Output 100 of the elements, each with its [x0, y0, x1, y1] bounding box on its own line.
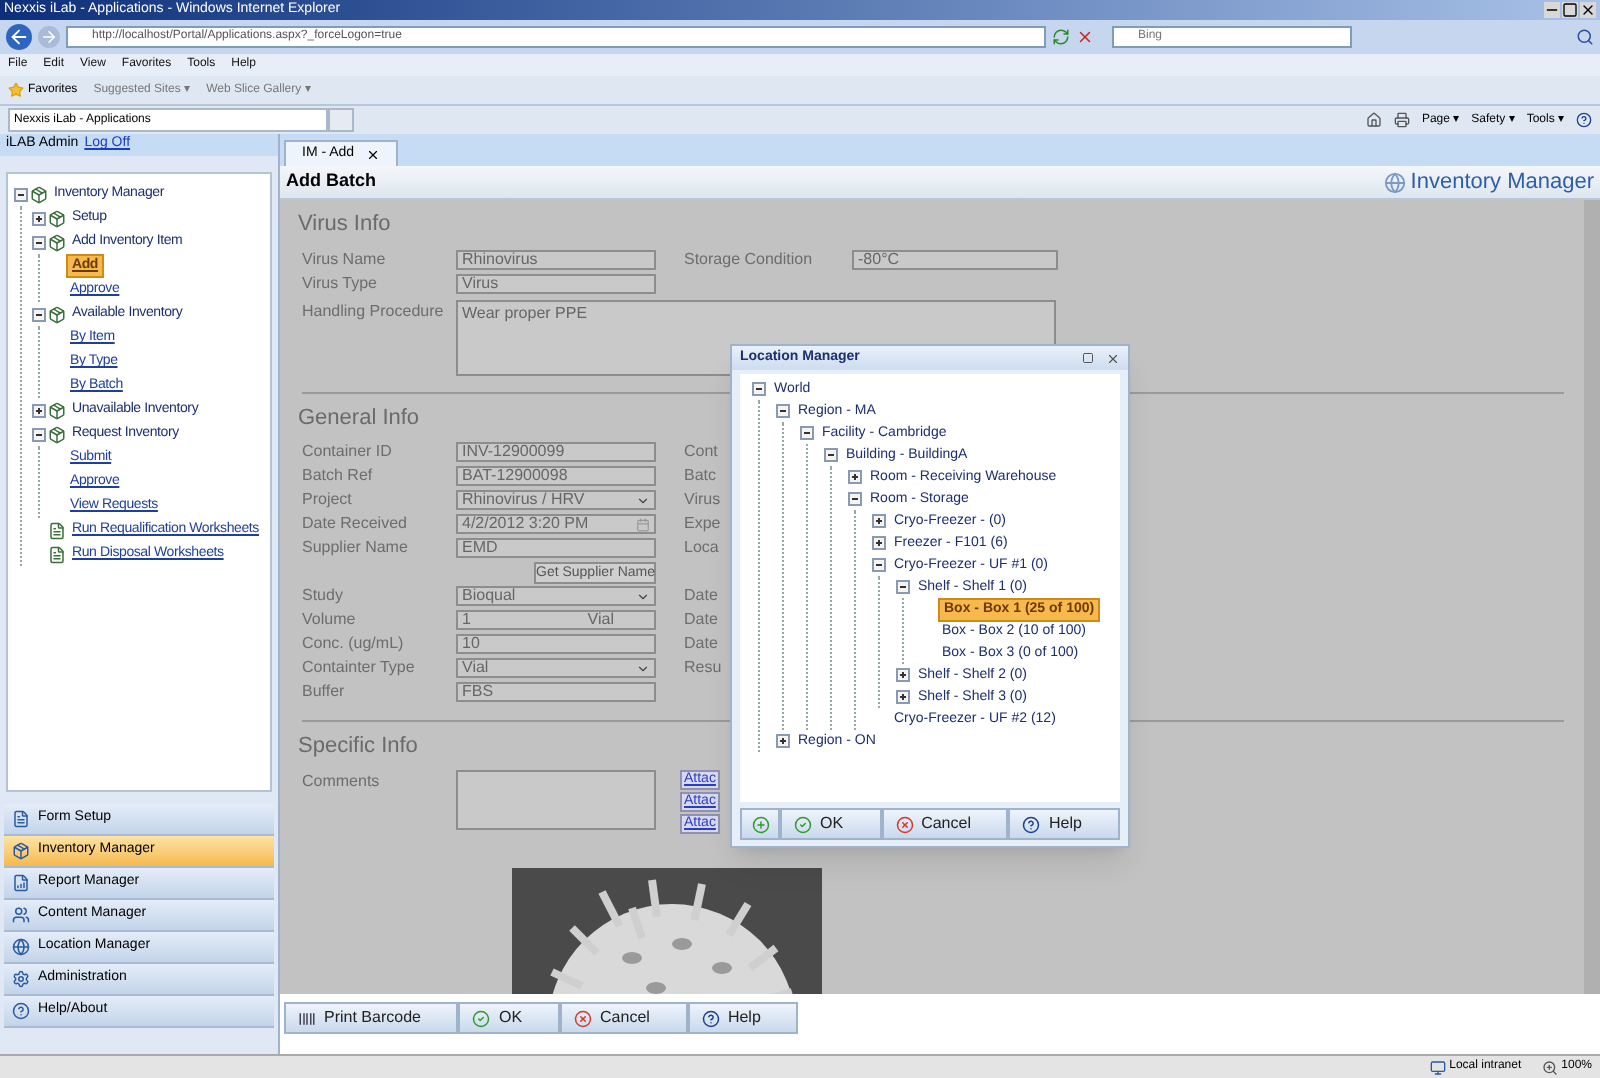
input-field[interactable]: INV-12900099 — [456, 442, 656, 462]
expand-icon[interactable] — [872, 514, 886, 528]
collapse-icon[interactable] — [32, 235, 46, 249]
field-label: Conc. (ug/mL) — [302, 632, 406, 656]
close-icon[interactable] — [1106, 351, 1120, 365]
field-label: Virus Type — [302, 271, 380, 295]
input-field[interactable]: FBS — [456, 682, 656, 702]
collapse-icon[interactable] — [776, 404, 790, 418]
page-title: Add Batch — [286, 168, 376, 195]
collapse-icon[interactable] — [872, 558, 886, 572]
help-icon[interactable] — [1576, 112, 1592, 128]
action-button[interactable]: OK — [780, 808, 882, 840]
printer-icon[interactable] — [1393, 112, 1410, 128]
action-button[interactable]: Print Barcode — [284, 1002, 459, 1034]
calendar-icon — [636, 517, 650, 531]
check-icon — [794, 815, 812, 833]
expand-icon[interactable] — [32, 403, 46, 417]
field-label: Date — [684, 608, 718, 632]
input-field[interactable]: Rhinovirus — [456, 249, 656, 269]
expand-icon[interactable] — [776, 734, 790, 748]
globe-icon — [12, 938, 30, 956]
input-field[interactable]: 10 — [456, 634, 656, 654]
section-title: Virus Info — [298, 210, 391, 240]
collapse-icon[interactable] — [32, 427, 46, 441]
package-icon — [48, 305, 66, 323]
field-label: Handling Procedure — [302, 299, 446, 324]
dropdown[interactable]: Rhinovirus / HRV — [456, 490, 656, 510]
field-label: Buffer — [302, 680, 347, 704]
action-button[interactable]: Help — [687, 1002, 799, 1034]
document-icon — [48, 521, 66, 539]
field-label: Virus — [684, 488, 721, 512]
package-icon — [30, 185, 48, 203]
action-button[interactable]: Cancel — [881, 808, 1009, 840]
zoom-icon[interactable] — [1541, 1059, 1558, 1075]
dropdown[interactable]: Vial — [456, 658, 656, 678]
package-icon — [48, 401, 66, 419]
field-label: Container ID — [302, 440, 394, 464]
field-label: Date — [684, 584, 718, 608]
field-label: Storage Condition — [684, 247, 815, 271]
star-icon — [8, 82, 24, 98]
close-icon[interactable] — [1580, 2, 1596, 18]
stop-icon[interactable] — [1076, 28, 1094, 46]
package-icon — [48, 233, 66, 251]
expand-icon[interactable] — [848, 470, 862, 484]
collapse-icon[interactable] — [32, 307, 46, 321]
field-label: Loca — [684, 536, 719, 560]
help-icon — [701, 1009, 720, 1027]
minimize-icon[interactable] — [1544, 2, 1560, 18]
collapse-icon[interactable] — [752, 382, 766, 396]
field-label: Containter Type — [302, 656, 417, 680]
plus-icon — [751, 815, 769, 833]
collapse-icon[interactable] — [848, 492, 862, 506]
input-field[interactable]: -80°C — [852, 249, 1058, 269]
field-label: Batc — [684, 464, 717, 488]
field-label: Batch Ref — [302, 464, 375, 488]
package-icon — [48, 209, 66, 227]
input-field[interactable]: 1 Vial — [456, 610, 656, 630]
module-logo: Inventory Manager — [1410, 167, 1594, 198]
globe-icon — [1384, 171, 1407, 193]
add-button[interactable] — [740, 808, 780, 840]
collapse-icon[interactable] — [896, 580, 910, 594]
close-icon — [895, 815, 914, 833]
document-icon — [12, 810, 30, 828]
input-field[interactable]: Virus — [456, 273, 656, 293]
input-field[interactable]: EMD — [456, 538, 656, 558]
action-button[interactable]: Help — [1008, 808, 1120, 840]
check-icon — [472, 1009, 491, 1027]
action-button[interactable]: Cancel — [560, 1002, 688, 1034]
expand-icon[interactable] — [896, 690, 910, 704]
section-title: Specific Info — [298, 732, 418, 762]
barcode-icon — [298, 1009, 316, 1027]
refresh-icon[interactable] — [1052, 28, 1070, 46]
maximize-icon[interactable] — [1082, 351, 1094, 363]
field-label: Supplier Name — [302, 536, 410, 560]
field-label: Date — [684, 632, 718, 656]
expand-icon[interactable] — [896, 668, 910, 682]
search-icon[interactable] — [1576, 28, 1594, 46]
action-button[interactable]: OK — [458, 1002, 561, 1034]
date-field[interactable]: 4/2/2012 3:20 PM — [456, 514, 656, 534]
close-icon[interactable] — [366, 147, 381, 161]
caret-icon — [636, 589, 650, 603]
expand-icon[interactable] — [32, 211, 46, 225]
close-icon — [574, 1009, 593, 1027]
back-icon[interactable] — [6, 24, 32, 50]
help-icon — [12, 1002, 30, 1020]
home-icon[interactable] — [1365, 112, 1382, 128]
report-icon — [12, 874, 30, 892]
collapse-icon[interactable] — [824, 448, 838, 462]
package-icon — [12, 842, 30, 860]
field-label: Study — [302, 584, 345, 608]
people-icon — [12, 906, 30, 924]
maximize-icon[interactable] — [1562, 2, 1578, 18]
collapse-icon[interactable] — [14, 187, 28, 201]
input-field[interactable]: BAT-12900098 — [456, 466, 656, 486]
field-label: Expe — [684, 512, 721, 536]
collapse-icon[interactable] — [800, 426, 814, 440]
field-label: Date Received — [302, 512, 409, 536]
expand-icon[interactable] — [872, 536, 886, 550]
section-title: General Info — [298, 403, 420, 433]
document-icon — [48, 545, 66, 563]
